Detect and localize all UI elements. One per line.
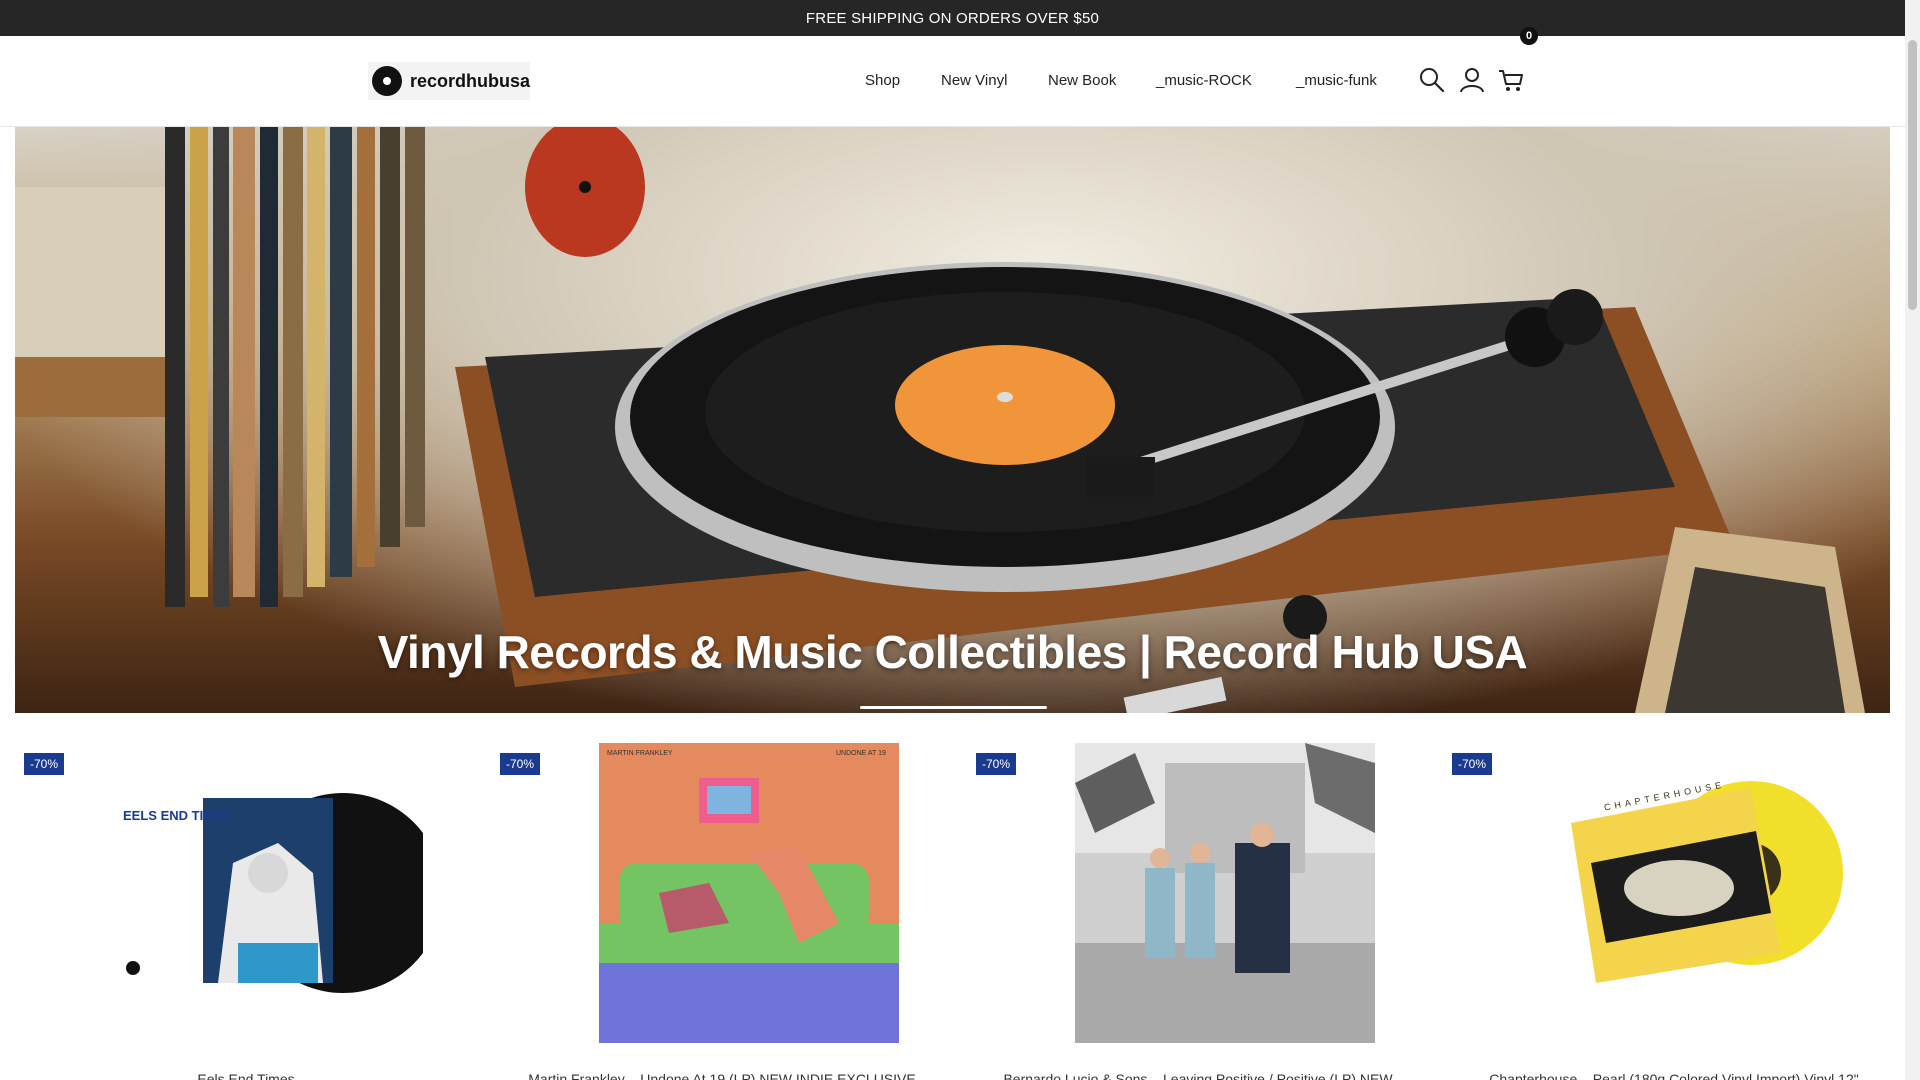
announcement-text: FREE SHIPPING ON ORDERS OVER $50 xyxy=(805,9,1100,27)
account-icon[interactable] xyxy=(1458,66,1486,94)
discount-badge: -70% xyxy=(1452,753,1492,775)
scrollbar-thumb[interactable] xyxy=(1908,40,1917,310)
discount-badge: -70% xyxy=(500,753,540,775)
nav-item-music-rock[interactable]: _music-ROCK xyxy=(1156,72,1252,89)
cover-artist-text: MARTIN FRANKLEY xyxy=(607,750,673,757)
nav-item-new-book[interactable]: New Book xyxy=(1048,72,1116,89)
search-icon[interactable] xyxy=(1418,66,1446,94)
nav-item-new-vinyl[interactable]: New Vinyl xyxy=(941,72,1007,89)
cart-count-badge: 0 xyxy=(1520,27,1538,45)
product-card[interactable]: -70% EELS END TIMES Eels End Times xyxy=(15,728,477,1080)
product-title[interactable]: Eels End Times xyxy=(15,1071,477,1080)
cover-text: EELS END TIMES xyxy=(123,808,232,823)
announcement-bar: FREE SHIPPING ON ORDERS OVER $50 xyxy=(0,0,1905,36)
hero-banner[interactable]: Vinyl Records & Music Collectibles | Rec… xyxy=(15,127,1890,713)
discount-badge: -70% xyxy=(976,753,1016,775)
product-image[interactable] xyxy=(599,743,899,1043)
product-card[interactable]: -70% MARTIN FRANKLEY UNDONE AT 19 Martin… xyxy=(491,728,953,1080)
product-image[interactable] xyxy=(1075,743,1375,1043)
site-header: recordhubusa Shop New Vinyl New Book _mu… xyxy=(0,36,1905,127)
discount-badge: -70% xyxy=(24,753,64,775)
product-image[interactable] xyxy=(123,743,423,1043)
slider-indicator[interactable] xyxy=(860,706,1047,709)
cart-icon[interactable] xyxy=(1497,66,1525,94)
nav-item-shop[interactable]: Shop xyxy=(865,72,900,89)
vinyl-disc-icon xyxy=(372,66,402,96)
product-card[interactable]: -70% Bernardo Lucio & Sons – Leaving Pos… xyxy=(967,728,1429,1080)
cover-album-text: UNDONE AT 19 xyxy=(836,750,886,757)
product-grid: -70% EELS END TIMES Eels End Times -70% xyxy=(15,728,1905,1080)
record-sleeves-image xyxy=(165,127,425,607)
product-title[interactable]: Martin Frankley – Undone At 19 (LP) NEW … xyxy=(491,1071,953,1080)
product-card[interactable]: -70% CHAPTERHOUSE Chapterhouse – Pearl (… xyxy=(1443,728,1905,1080)
nav-item-music-funk[interactable]: _music-funk xyxy=(1296,72,1377,89)
hero-title: Vinyl Records & Music Collectibles | Rec… xyxy=(377,626,1528,678)
product-title[interactable]: Chapterhouse – Pearl (180g Colored Vinyl… xyxy=(1443,1071,1905,1080)
logo[interactable]: recordhubusa xyxy=(368,62,530,100)
logo-text: recordhubusa xyxy=(409,70,530,91)
product-title[interactable]: Bernardo Lucio & Sons – Leaving Positive… xyxy=(967,1071,1429,1080)
